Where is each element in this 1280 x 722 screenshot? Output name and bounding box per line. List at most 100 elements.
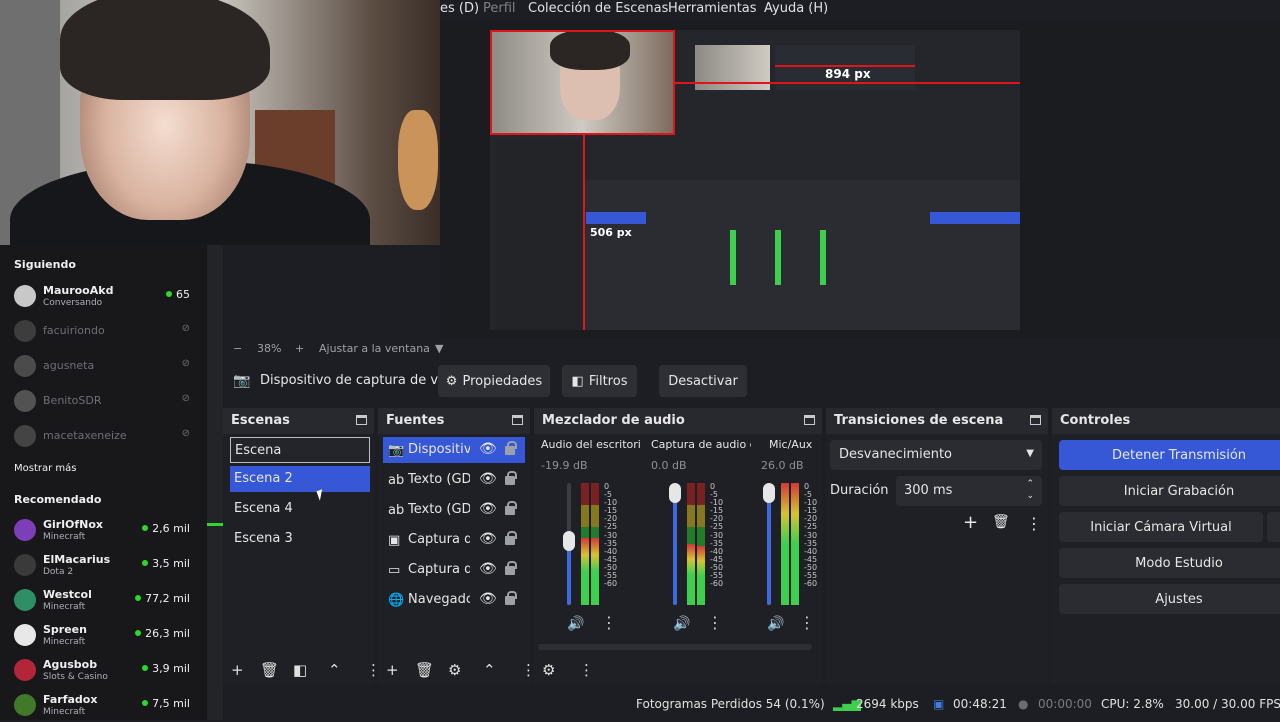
eye-icon[interactable]: 👁 <box>479 471 497 487</box>
sidebar-edge <box>207 245 223 720</box>
audio-mixer-dock: Mezclador de audio Audio del escritoric … <box>534 408 822 685</box>
zoom-out-button[interactable]: − <box>233 342 242 355</box>
trash-icon[interactable]: 🗑 <box>992 514 1010 530</box>
menu-profile[interactable]: Perfil <box>483 1 516 16</box>
more-icon[interactable]: ⋮ <box>707 615 723 631</box>
source-item[interactable]: ▭ Captura d 👁 <box>383 557 525 583</box>
studio-mode-button[interactable]: Modo Estudio <box>1059 548 1280 578</box>
offline-icon: ⊘ <box>181 358 190 369</box>
undock-icon[interactable] <box>804 415 815 425</box>
channel-item[interactable]: Farfadox Minecraft 7,5 mil <box>14 692 194 722</box>
level-meter <box>781 483 801 605</box>
channel-item[interactable]: macetaxeneize ⊘ <box>14 423 194 453</box>
advanced-audio-gear-icon[interactable]: ⚙ <box>542 661 555 679</box>
source-item[interactable]: ab Texto (GD 👁 <box>383 467 525 493</box>
transition-select[interactable]: Desvanecimiento ▼ <box>830 440 1042 470</box>
start-virtual-camera-button[interactable]: Iniciar Cámara Virtual <box>1059 512 1263 542</box>
eye-icon[interactable]: 👁 <box>479 591 497 607</box>
stop-streaming-button[interactable]: Detener Transmisión <box>1059 440 1280 470</box>
avatar <box>14 519 36 541</box>
channel-item[interactable]: BenitoSDR ⊘ <box>14 388 194 418</box>
eye-icon[interactable]: 👁 <box>479 501 497 517</box>
eye-icon[interactable]: 👁 <box>479 441 497 457</box>
avatar <box>14 355 36 377</box>
add-scene-button[interactable]: + <box>231 661 244 679</box>
menu-edit[interactable]: es (D) <box>440 1 479 16</box>
move-up-button[interactable]: ⌃ <box>483 661 496 679</box>
menu-scene-collection[interactable]: Colección de Escenas <box>528 1 668 16</box>
properties-button[interactable]: ⚙ Propiedades <box>438 365 550 397</box>
undock-icon[interactable] <box>512 415 523 425</box>
channel-item[interactable]: Westcol Minecraft 77,2 mil <box>14 587 194 617</box>
volume-slider[interactable] <box>563 483 575 605</box>
undock-icon[interactable] <box>1030 415 1041 425</box>
lock-icon[interactable] <box>505 591 517 605</box>
horizontal-scrollbar[interactable] <box>538 644 812 650</box>
show-more-link[interactable]: Mostrar más <box>14 463 77 474</box>
settings-button[interactable]: Ajustes <box>1059 584 1280 614</box>
preview-canvas[interactable]: 894 px 506 px <box>490 30 1020 330</box>
more-icon[interactable]: ⋮ <box>601 615 617 631</box>
stepper-icon[interactable]: ⌃ ⌄ <box>1026 478 1034 502</box>
source-item[interactable]: ▣ Captura d 👁 <box>383 527 525 553</box>
level-meter <box>687 483 707 605</box>
virtual-camera-settings-button[interactable] <box>1267 512 1280 542</box>
speaker-icon[interactable]: 🔊 <box>673 616 690 632</box>
eye-icon[interactable]: 👁 <box>479 561 497 577</box>
scene-item[interactable]: Escena 3 <box>230 526 370 552</box>
deactivate-button[interactable]: Desactivar <box>659 365 747 397</box>
trash-icon[interactable]: 🗑 <box>260 661 279 679</box>
source-item[interactable]: 🌐 Navegadc 👁 <box>383 587 525 613</box>
channel-item[interactable]: facuiriondo ⊘ <box>14 318 194 348</box>
volume-slider[interactable] <box>763 483 775 605</box>
chevron-down-icon[interactable]: ▼ <box>435 342 443 355</box>
volume-slider[interactable] <box>669 483 681 605</box>
camera-icon: 📷 <box>388 443 405 458</box>
menu-help[interactable]: Ayuda (H) <box>764 1 828 16</box>
filter-icon[interactable]: ◧ <box>293 661 307 679</box>
scene-item[interactable]: Escena 4 <box>230 496 370 522</box>
start-recording-button[interactable]: Iniciar Grabación <box>1059 476 1280 506</box>
source-item[interactable]: 📷 Dispositiv 👁 <box>383 437 525 463</box>
move-up-button[interactable]: ⌃ <box>328 661 341 679</box>
chevron-down-icon: ▼ <box>1026 448 1034 459</box>
lock-icon[interactable] <box>505 441 517 455</box>
speaker-icon[interactable]: 🔊 <box>567 616 584 632</box>
lock-icon[interactable] <box>505 531 517 545</box>
more-icon[interactable]: ⋮ <box>1026 514 1042 533</box>
trash-icon[interactable]: 🗑 <box>415 661 434 679</box>
channel-item[interactable]: MaurooAkd Conversando 65 <box>14 283 194 313</box>
channel-item[interactable]: Spreen Minecraft 26,3 mil <box>14 622 194 652</box>
menu-tools[interactable]: Herramientas <box>668 1 757 16</box>
scenes-title: Escenas <box>231 413 290 428</box>
speaker-icon[interactable]: 🔊 <box>767 616 784 632</box>
meter-scale: 0 -5 -10 -15 -20 -25 -30 -35 -40 -45 -50 -55 -60 <box>604 482 618 589</box>
globe-icon: 🌐 <box>388 593 405 608</box>
scene-item[interactable]: Escena <box>230 437 370 463</box>
scene-item[interactable]: Escena 2 <box>230 466 370 492</box>
lock-icon[interactable] <box>505 561 517 575</box>
add-source-button[interactable]: + <box>386 661 399 679</box>
undock-icon[interactable] <box>356 415 367 425</box>
eye-icon[interactable]: 👁 <box>479 531 497 547</box>
channel-item[interactable]: Agusbob Slots & Casino 3,9 mil <box>14 657 194 687</box>
filters-button[interactable]: ◧ Filtros <box>562 365 637 397</box>
channel-item[interactable]: ElMacarius Dota 2 3,5 mil <box>14 552 194 582</box>
measure-label: 506 px <box>590 226 632 239</box>
more-icon[interactable]: ⋮ <box>579 661 594 679</box>
channel-item[interactable]: GirlOfNox Minecraft 2,6 mil <box>14 517 194 547</box>
add-transition-button[interactable]: + <box>963 512 978 533</box>
context-bar: 📷 Dispositivo de captura de v ⚙ Propiedad… <box>223 360 1280 404</box>
zoom-fit-dropdown[interactable]: Ajustar a la ventana <box>319 342 430 355</box>
more-icon[interactable]: ⋮ <box>799 615 815 631</box>
channel-item[interactable]: agusneta ⊘ <box>14 353 194 383</box>
gear-icon: ⚙ <box>445 373 458 389</box>
live-time: 00:48:21 <box>953 697 1007 711</box>
lock-icon[interactable] <box>505 501 517 515</box>
zoom-in-button[interactable]: + <box>295 342 304 355</box>
source-item[interactable]: ab Texto (GD 👁 <box>383 497 525 523</box>
avatar <box>14 589 36 611</box>
duration-input[interactable]: 300 ms ⌃ ⌄ <box>896 476 1042 506</box>
lock-icon[interactable] <box>505 471 517 485</box>
gear-icon[interactable]: ⚙ <box>448 661 461 679</box>
